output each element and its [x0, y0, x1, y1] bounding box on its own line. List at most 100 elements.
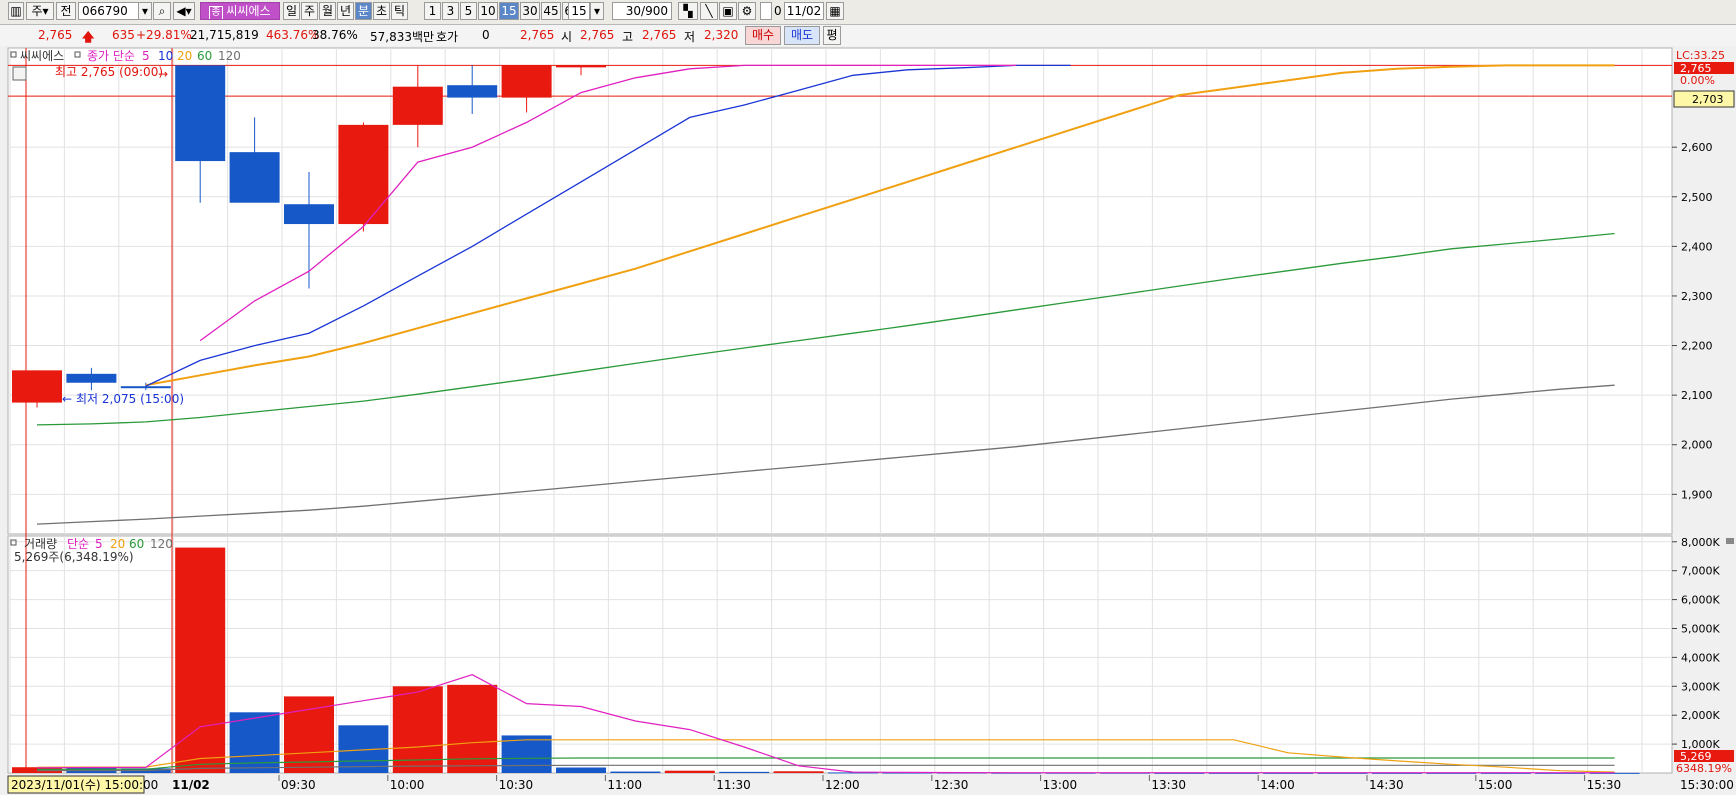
open-label: 시 — [561, 30, 573, 44]
quote-current: 2,765 — [520, 28, 555, 42]
buy-button[interactable]: 매수 — [745, 26, 781, 45]
minute-button-3[interactable]: 3 — [442, 2, 459, 20]
speaker-icon[interactable]: ◀▾ — [173, 2, 195, 20]
quote-change-pct: +29.81% — [136, 28, 192, 42]
price-tick-label: 2,500 — [1681, 191, 1713, 204]
low-arrow-icon: ← — [62, 392, 72, 406]
time-label: 12:00 — [825, 778, 860, 792]
draw-tool-icon[interactable]: ╲ — [700, 2, 718, 20]
period-dropdown[interactable]: 주▾ — [26, 2, 54, 20]
time-label: 11:00 — [607, 778, 642, 792]
candle-body — [66, 373, 117, 383]
time-label: 10:00 — [390, 778, 425, 792]
quote-volume: 21,715,819 — [190, 28, 259, 42]
low-label: 저 — [684, 30, 696, 44]
count-field[interactable]: 30/900 — [612, 2, 672, 20]
range-button-0[interactable]: 일 — [283, 2, 300, 20]
volume-bar — [610, 771, 661, 773]
candle-body — [284, 204, 334, 225]
price-tick-label: 2,200 — [1681, 340, 1713, 353]
stock-badge: 종 — [209, 6, 223, 19]
date-field[interactable]: 11/02 — [784, 2, 824, 20]
volume-bar — [719, 771, 770, 773]
minute-select-arrow-icon[interactable]: ▾ — [590, 2, 604, 20]
candle-body — [338, 124, 389, 225]
minute-button-45[interactable]: 45 — [541, 2, 561, 20]
calendar-small-icon[interactable] — [12, 66, 27, 81]
zero-label: 0 — [774, 4, 782, 18]
hoga-label: 호가 — [436, 30, 459, 44]
range-button-1[interactable]: 주 — [301, 2, 318, 20]
time-label: 13:30 — [1151, 778, 1186, 792]
search-icon[interactable]: ⌕ — [153, 2, 171, 20]
hoga-value: 0 — [482, 28, 490, 42]
range-button-2[interactable]: 월 — [319, 2, 336, 20]
vol-ma60-legend: 60 — [129, 537, 144, 551]
range-button-6[interactable]: 틱 — [391, 2, 408, 20]
high-annotation: 최고 2,765 (09:00) — [55, 65, 163, 79]
vol-panel-max-icon[interactable] — [1726, 538, 1734, 544]
range-button-4[interactable]: 분 — [355, 2, 372, 20]
minute-button-30[interactable]: 30 — [520, 2, 540, 20]
sell-button[interactable]: 매도 — [784, 26, 820, 45]
minute-button-1[interactable]: 1 — [424, 2, 441, 20]
vol-ma20-legend: 20 — [110, 537, 125, 551]
minute-select[interactable]: 15 — [568, 2, 590, 20]
time-label: 15:30 — [1587, 778, 1622, 792]
stock-name: 씨씨에스 — [226, 4, 271, 18]
minute-button-15[interactable]: 15 — [499, 2, 519, 20]
time-label: 13:00 — [1043, 778, 1078, 792]
ma-label: 종가 단순 — [87, 49, 135, 63]
pct-label: 0.00% — [1680, 74, 1715, 87]
quote-price: 2,765 — [38, 28, 73, 42]
candle-body — [12, 370, 62, 403]
indicator-icon[interactable]: ▚ — [678, 2, 698, 20]
ma20-legend: 20 — [177, 49, 192, 63]
volume-tick-label: 8,000K — [1681, 536, 1720, 549]
time-label: 11:30 — [716, 778, 751, 792]
candle-body — [120, 386, 171, 389]
candle-body — [229, 152, 280, 203]
vol-info: 5,269주(6,348.19%) — [14, 550, 134, 564]
quote-low: 2,320 — [704, 28, 739, 42]
checkbox[interactable] — [760, 2, 772, 20]
ma120-legend: 120 — [218, 49, 241, 63]
range-button-5[interactable]: 초 — [373, 2, 390, 20]
quote-row: 2,765 🡅 635 +29.81% 21,715,819 463.76% 3… — [0, 25, 1736, 47]
stock-name-box[interactable]: 종 씨씨에스 — [200, 2, 280, 20]
quote-high: 2,765 — [642, 28, 677, 42]
vol-pct-label: 6348.19% — [1676, 762, 1732, 775]
lc-label: LC:33.25 — [1676, 49, 1725, 62]
volume-bar — [556, 767, 606, 773]
gear-icon[interactable]: ⚙ — [738, 2, 756, 20]
price-tick-label: 2,000 — [1681, 439, 1713, 452]
quote-amount: 57,833백만 — [370, 30, 435, 44]
eval-button[interactable]: 평 — [823, 26, 841, 45]
period-label: 주 — [31, 4, 43, 18]
candle-body — [447, 85, 498, 98]
code-dropdown-icon[interactable]: ▾ — [138, 2, 152, 20]
time-label: 15:00 — [1478, 778, 1513, 792]
volume-bar — [664, 770, 715, 773]
ma10-legend: 10 — [158, 49, 173, 63]
save-icon[interactable]: ▣ — [719, 2, 737, 20]
volume-tick-label: 5,000K — [1681, 622, 1720, 635]
window-layout-icon[interactable]: ▥ — [8, 2, 24, 20]
minute-button-10[interactable]: 10 — [478, 2, 498, 20]
vol-ma5-legend: 5 — [95, 537, 103, 551]
prev-button[interactable]: 전 — [56, 2, 76, 20]
vol-name-label: 거래량 — [24, 537, 57, 551]
range-button-3[interactable]: 년 — [337, 2, 354, 20]
minute-button-5[interactable]: 5 — [460, 2, 477, 20]
ma5-legend: 5 — [142, 49, 150, 63]
volume-tick-label: 3,000K — [1681, 680, 1720, 693]
calendar-icon[interactable]: ▦ — [826, 2, 844, 20]
quote-change: 635 — [112, 28, 135, 42]
time-label: 12:30 — [934, 778, 969, 792]
price-panel — [7, 47, 1673, 535]
volume-tick-label: 6,000K — [1681, 594, 1720, 607]
ref-price-box-text: 2,703 — [1692, 93, 1724, 106]
toolbar: ▥ 주▾ 전 066790 ▾ ⌕ ◀▾ 종 씨씨에스 일주월년분초틱 1351… — [0, 0, 1736, 25]
end-time-label: 15:30:00 — [1680, 778, 1734, 792]
ma60-legend: 60 — [197, 49, 212, 63]
